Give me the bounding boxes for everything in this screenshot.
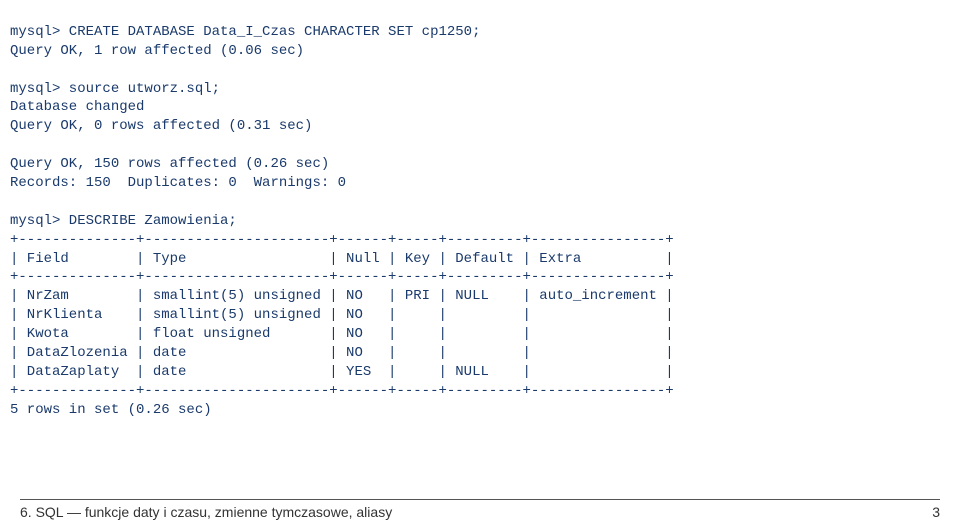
database-changed-line: Database changed bbox=[10, 99, 144, 115]
sql-command-describe: mysql> DESCRIBE Zamowienia; bbox=[10, 213, 237, 229]
table-header-row: | Field | Type | Null | Key | Default | … bbox=[10, 251, 674, 267]
page-footer: 6. SQL — funkcje daty i czasu, zmienne t… bbox=[20, 503, 940, 522]
table-border: +--------------+----------------------+-… bbox=[10, 383, 674, 399]
table-border: +--------------+----------------------+-… bbox=[10, 232, 674, 248]
footer-page-number: 3 bbox=[932, 503, 940, 522]
query-ok-line: Query OK, 150 rows affected (0.26 sec) bbox=[10, 156, 329, 172]
footer-divider bbox=[20, 499, 940, 500]
footer-title: 6. SQL — funkcje daty i czasu, zmienne t… bbox=[20, 503, 392, 522]
table-row: | DataZaplaty | date | YES | | NULL | | bbox=[10, 364, 674, 380]
rows-in-set-line: 5 rows in set (0.26 sec) bbox=[10, 402, 212, 418]
records-summary-line: Records: 150 Duplicates: 0 Warnings: 0 bbox=[10, 175, 346, 191]
table-row: | DataZlozenia | date | NO | | | | bbox=[10, 345, 674, 361]
table-row: | NrZam | smallint(5) unsigned | NO | PR… bbox=[10, 288, 674, 304]
sql-command-source: mysql> source utworz.sql; bbox=[10, 81, 220, 97]
query-ok-line: Query OK, 1 row affected (0.06 sec) bbox=[10, 43, 304, 59]
table-border: +--------------+----------------------+-… bbox=[10, 269, 674, 285]
mysql-terminal-output: mysql> CREATE DATABASE Data_I_Czas CHARA… bbox=[0, 0, 960, 420]
query-ok-line: Query OK, 0 rows affected (0.31 sec) bbox=[10, 118, 312, 134]
table-row: | Kwota | float unsigned | NO | | | | bbox=[10, 326, 674, 342]
sql-command-create-db: mysql> CREATE DATABASE Data_I_Czas CHARA… bbox=[10, 24, 480, 40]
table-row: | NrKlienta | smallint(5) unsigned | NO … bbox=[10, 307, 674, 323]
